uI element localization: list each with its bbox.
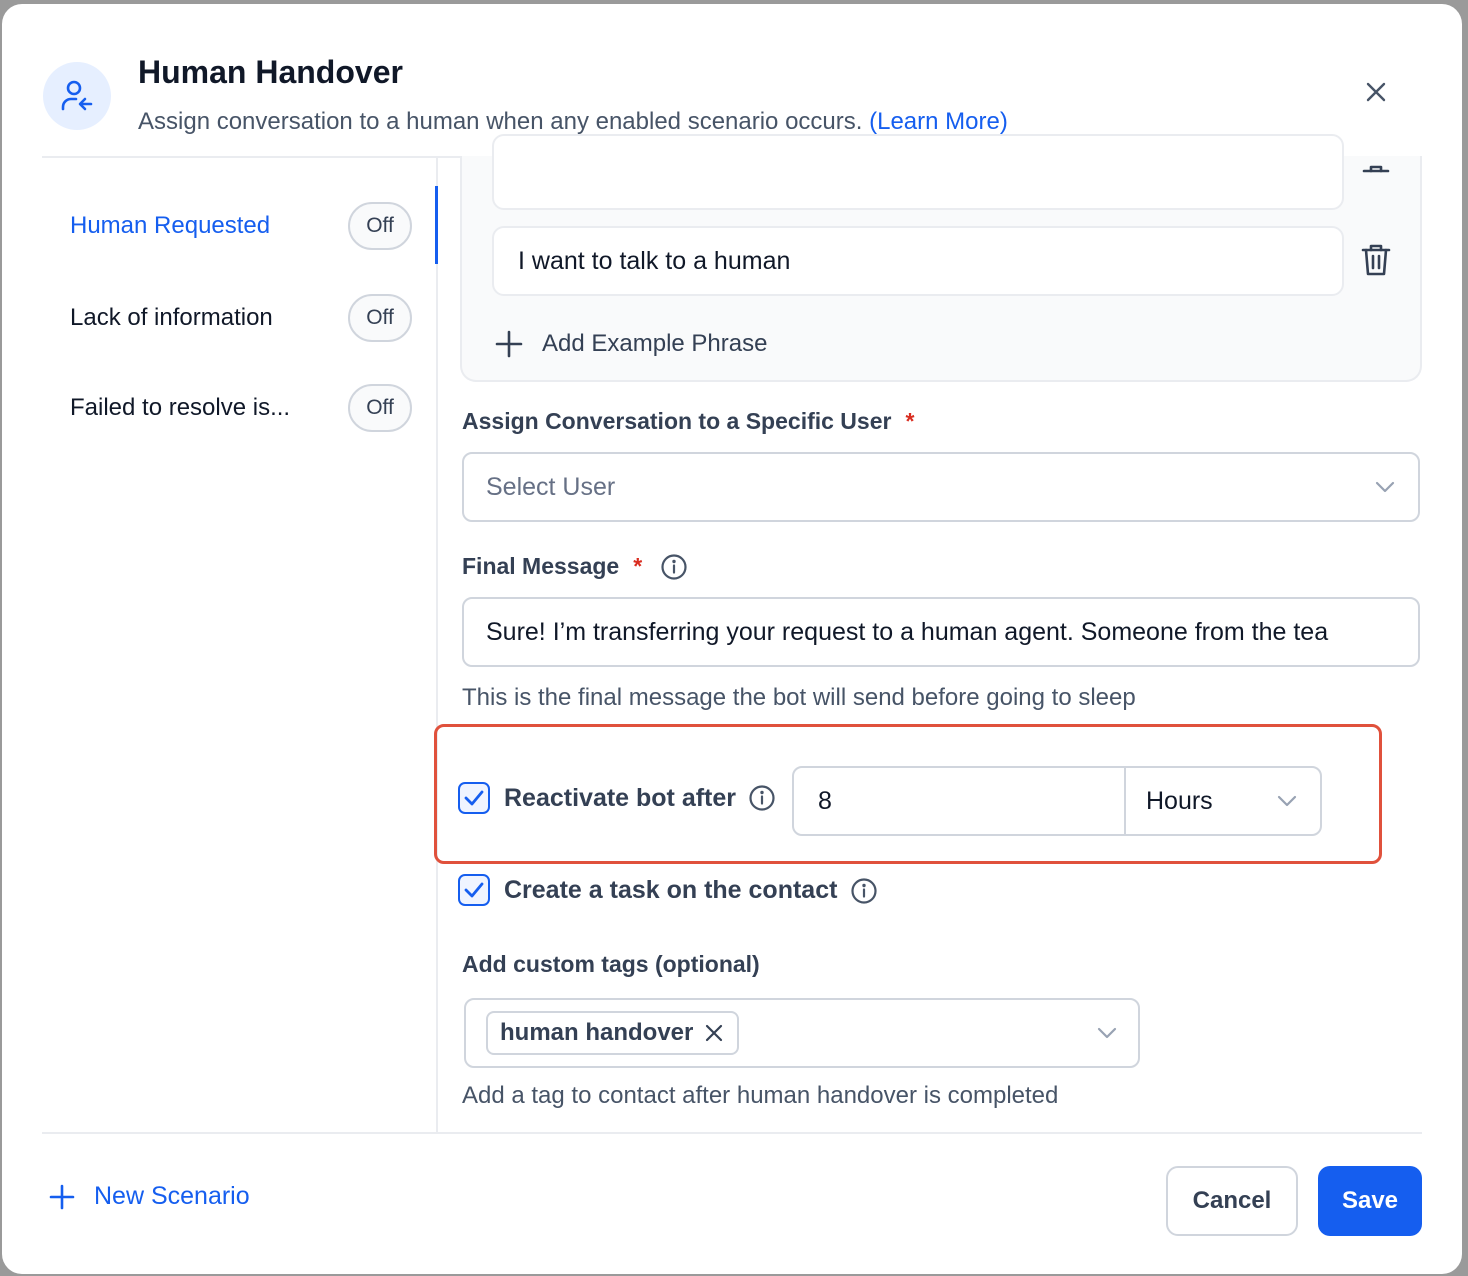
reactivate-duration-input[interactable]: 8 xyxy=(794,768,1126,834)
assign-user-label-text: Assign Conversation to a Specific User xyxy=(462,408,892,434)
sidebar-item-failed-to-resolve[interactable]: Failed to resolve is... Off xyxy=(70,382,412,434)
active-indicator xyxy=(435,186,438,264)
status-toggle[interactable]: Off xyxy=(348,384,412,432)
close-icon xyxy=(1366,82,1386,102)
info-icon[interactable] xyxy=(850,877,878,905)
check-icon xyxy=(464,790,484,806)
chevron-down-icon xyxy=(1097,1027,1117,1039)
info-icon[interactable] xyxy=(748,784,776,812)
info-icon[interactable] xyxy=(660,553,688,581)
sidebar-item-lack-of-information[interactable]: Lack of information Off xyxy=(70,292,412,344)
sidebar-divider xyxy=(436,158,438,1132)
status-toggle[interactable]: Off xyxy=(348,202,412,250)
phrase-input[interactable] xyxy=(492,134,1344,210)
subtitle-text: Assign conversation to a human when any … xyxy=(138,108,863,135)
custom-tags-label: Add custom tags (optional) xyxy=(462,951,760,978)
final-message-help: This is the final message the bot will s… xyxy=(462,684,1136,711)
new-scenario-button[interactable]: New Scenario xyxy=(48,1182,250,1211)
final-message-label-text: Final Message xyxy=(462,553,620,579)
assign-user-label: Assign Conversation to a Specific User * xyxy=(462,408,914,435)
chevron-down-icon xyxy=(1375,481,1395,493)
reactivate-duration-group: 8 Hours xyxy=(792,766,1322,836)
trash-icon[interactable] xyxy=(1360,242,1392,278)
remove-tag-icon[interactable] xyxy=(703,1022,725,1044)
sidebar-item-label: Lack of information xyxy=(70,304,273,331)
user-arrow-icon xyxy=(43,62,111,130)
modal-subtitle: Assign conversation to a human when any … xyxy=(138,108,1008,136)
final-message-label: Final Message * xyxy=(462,553,642,580)
new-scenario-label: New Scenario xyxy=(94,1182,250,1210)
trash-icon[interactable] xyxy=(1360,162,1392,198)
check-icon xyxy=(464,882,484,898)
duration-unit-dropdown[interactable]: Hours xyxy=(1126,768,1320,834)
reactivate-checkbox[interactable] xyxy=(458,782,490,814)
add-example-phrase-button[interactable]: Add Example Phrase xyxy=(494,326,767,362)
phrase-input[interactable]: I want to talk to a human xyxy=(492,226,1344,296)
sidebar-item-label: Failed to resolve is... xyxy=(70,394,291,421)
create-task-checkbox[interactable] xyxy=(458,874,490,906)
save-button[interactable]: Save xyxy=(1318,1166,1422,1236)
modal-title: Human Handover xyxy=(138,54,403,90)
plus-icon xyxy=(49,1184,75,1209)
custom-tags-dropdown[interactable]: human handover xyxy=(464,998,1140,1068)
duration-unit-value: Hours xyxy=(1146,786,1213,815)
required-marker: * xyxy=(905,408,915,434)
custom-tags-label-text: Add custom tags (optional) xyxy=(462,951,760,977)
custom-tags-help: Add a tag to contact after human handove… xyxy=(462,1082,1059,1109)
learn-more-link[interactable]: (Learn More) xyxy=(869,108,1008,135)
status-toggle[interactable]: Off xyxy=(348,294,412,342)
reactivate-label: Reactivate bot after xyxy=(504,784,737,812)
sidebar-item-label: Human Requested xyxy=(70,212,271,239)
select-user-dropdown[interactable]: Select User xyxy=(462,452,1420,522)
plus-icon xyxy=(495,330,523,358)
footer-divider xyxy=(42,1132,1422,1134)
final-message-input[interactable]: Sure! I’m transferring your request to a… xyxy=(462,597,1420,667)
create-task-label: Create a task on the contact xyxy=(504,876,838,904)
tag-chip: human handover xyxy=(486,1011,740,1055)
sidebar-item-human-requested[interactable]: Human Requested Off xyxy=(70,200,412,252)
close-button[interactable] xyxy=(1360,76,1392,108)
tag-label: human handover xyxy=(500,1019,694,1046)
human-handover-modal: Human Handover Assign conversation to a … xyxy=(2,4,1462,1274)
chevron-down-icon xyxy=(1277,795,1297,807)
select-user-placeholder: Select User xyxy=(486,472,616,501)
add-phrase-label: Add Example Phrase xyxy=(542,330,768,357)
cancel-button[interactable]: Cancel xyxy=(1166,1166,1298,1236)
required-marker: * xyxy=(633,553,643,579)
